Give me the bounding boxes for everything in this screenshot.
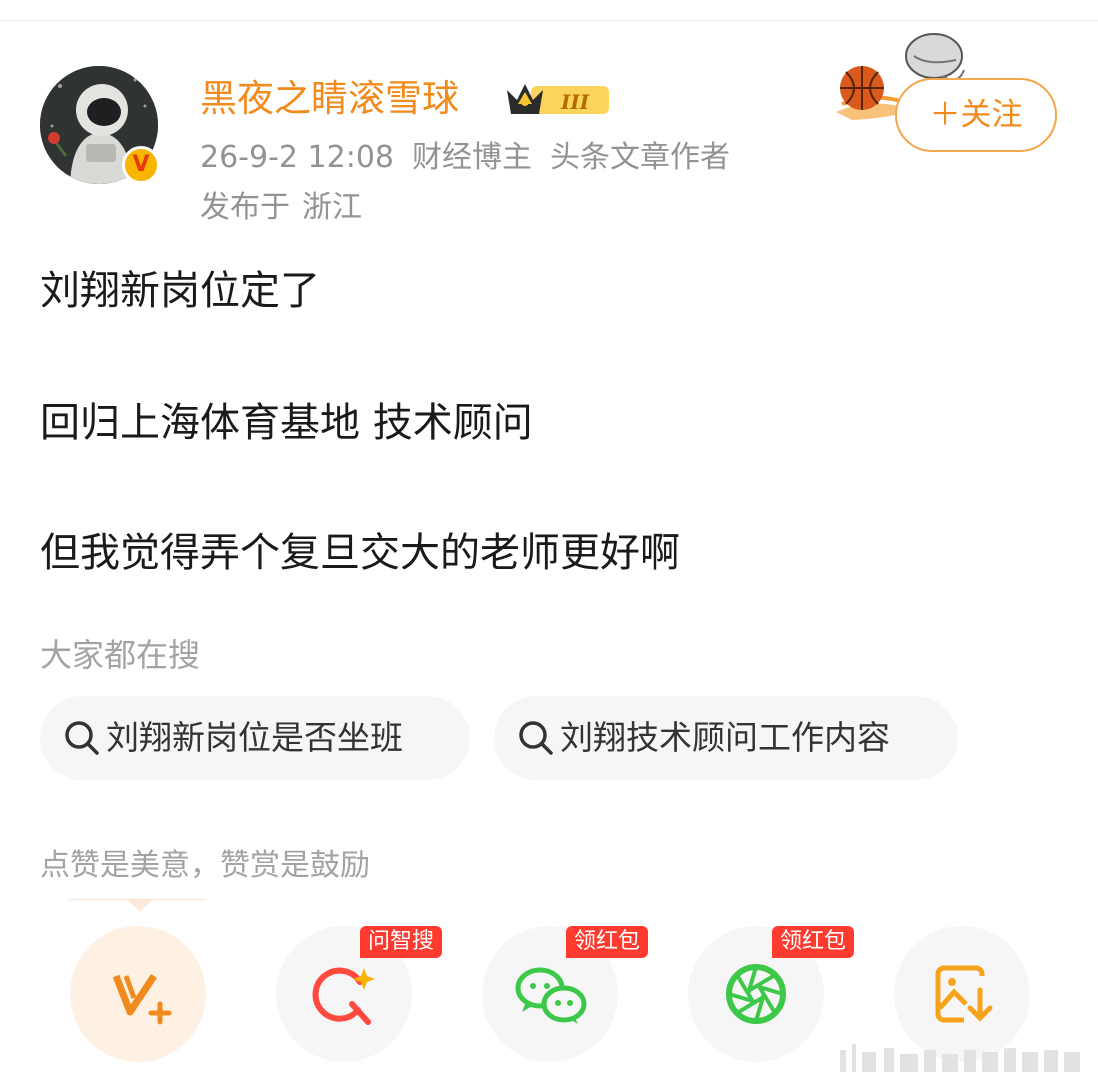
- post-text-line-3: 但我觉得弄个复旦交大的老师更好啊: [40, 530, 680, 576]
- trending-search-label: 大家都在搜: [40, 636, 201, 674]
- search-chip-2-label: 刘翔技术顾问工作内容: [560, 718, 890, 757]
- reward-button[interactable]: [70, 926, 206, 1062]
- username[interactable]: 黑夜之睛滚雪球: [200, 76, 459, 122]
- ai-search-tag: 问智搜: [360, 926, 443, 958]
- location-value: 浙江: [302, 190, 362, 225]
- location-label: 发布于: [200, 190, 290, 225]
- moments-red-packet-tag: 领红包: [772, 926, 855, 958]
- pointer-arrow: [128, 900, 152, 912]
- search-chip-2[interactable]: 刘翔技术顾问工作内容: [494, 696, 958, 780]
- search-icon: [519, 721, 553, 755]
- wechat-red-packet-tag: 领红包: [566, 926, 649, 958]
- reward-text: 点赞是美意，赞赏是鼓励: [40, 848, 370, 883]
- reward-v-plus-icon: [112, 974, 172, 1025]
- search-chip-1[interactable]: 刘翔新岗位是否坐班: [40, 696, 470, 780]
- level-text: III: [560, 90, 590, 114]
- verified-badge: V: [122, 146, 160, 184]
- member-crown-icon: III: [507, 84, 609, 114]
- post-meta: 26-9-2 12:08 财经博主 头条文章作者: [200, 138, 748, 178]
- tag-headline-author: 头条文章作者: [550, 140, 730, 175]
- post-text-line-2: 回归上海体育基地 技术顾问: [40, 400, 533, 446]
- top-divider: [0, 20, 1098, 21]
- post-text-line-1: 刘翔新岗位定了: [40, 268, 320, 314]
- tag-finance-blogger: 财经博主: [412, 140, 532, 175]
- follow-button[interactable]: ＋关注: [895, 78, 1057, 152]
- search-icon: [65, 721, 99, 755]
- search-chip-1-label: 刘翔新岗位是否坐班: [106, 718, 403, 757]
- post-time: 26-9-2 12:08: [200, 140, 394, 175]
- watermark-icon: [840, 1044, 1080, 1072]
- post-location: 发布于 浙江: [200, 188, 374, 228]
